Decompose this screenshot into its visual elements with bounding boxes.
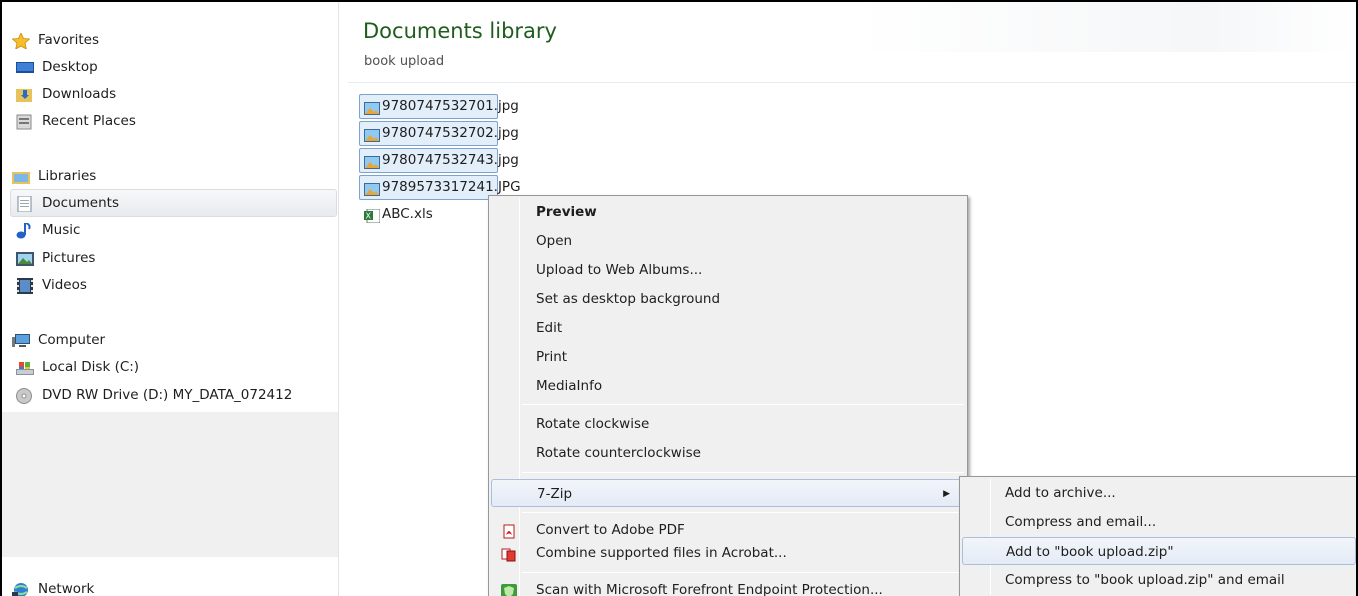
image-file-icon bbox=[364, 154, 380, 169]
documents-icon bbox=[16, 195, 34, 213]
file-item[interactable]: X ABC.xls bbox=[359, 202, 459, 227]
menu-item-mediainfo[interactable]: MediaInfo bbox=[491, 372, 965, 400]
dvd-drive-icon bbox=[16, 387, 34, 404]
adobe-pdf-icon bbox=[501, 522, 517, 539]
menu-item-open[interactable]: Open bbox=[491, 227, 965, 255]
context-menu: Preview Open Upload to Web Albums... Set… bbox=[488, 195, 968, 596]
menu-item-edit[interactable]: Edit bbox=[491, 314, 965, 342]
file-item[interactable]: 9780747532743.jpg bbox=[359, 148, 519, 173]
submenu-item-compress-to-zip-and-email[interactable]: Compress to "book upload.zip" and email bbox=[962, 566, 1356, 594]
recent-places-icon bbox=[16, 113, 34, 130]
submenu-item-compress-and-email[interactable]: Compress and email... bbox=[962, 508, 1356, 536]
menu-item-print[interactable]: Print bbox=[491, 343, 965, 371]
menu-item-rotate-counterclockwise[interactable]: Rotate counterclockwise bbox=[491, 439, 965, 467]
hard-drive-icon bbox=[16, 359, 34, 375]
image-file-icon bbox=[364, 181, 380, 196]
menu-item-preview[interactable]: Preview bbox=[491, 198, 965, 226]
libraries-icon bbox=[12, 168, 30, 184]
file-item[interactable]: 9789573317241.JPG bbox=[359, 175, 521, 200]
menu-item-combine-acrobat[interactable]: Combine supported files in Acrobat... bbox=[491, 539, 965, 567]
computer-icon bbox=[12, 332, 30, 348]
file-item[interactable]: 9780747532702.jpg bbox=[359, 121, 519, 146]
desktop-icon bbox=[16, 59, 34, 75]
excel-file-icon: X bbox=[364, 208, 381, 224]
pictures-icon bbox=[16, 250, 34, 266]
file-item[interactable]: 9780747532701.jpg bbox=[359, 94, 519, 119]
pane-divider[interactable] bbox=[338, 2, 339, 596]
music-icon bbox=[16, 222, 34, 239]
explorer-window: Favorites Desktop Downloads Recent Place… bbox=[0, 0, 1358, 596]
seven-zip-submenu: Add to archive... Compress and email... … bbox=[959, 476, 1356, 596]
forefront-shield-icon bbox=[501, 582, 517, 596]
menu-separator bbox=[522, 472, 964, 473]
library-subtitle: book upload bbox=[364, 54, 445, 69]
menu-item-upload-web-albums[interactable]: Upload to Web Albums... bbox=[491, 256, 965, 284]
menu-item-rotate-clockwise[interactable]: Rotate clockwise bbox=[491, 410, 965, 438]
acrobat-combine-icon bbox=[501, 545, 517, 562]
menu-separator bbox=[522, 572, 964, 573]
menu-item-7zip[interactable]: 7-Zip ▶ bbox=[491, 479, 965, 507]
menu-item-set-desktop-background[interactable]: Set as desktop background bbox=[491, 285, 965, 313]
menu-separator bbox=[522, 404, 964, 405]
header-divider bbox=[348, 82, 1356, 83]
menu-item-scan-forefront[interactable]: Scan with Microsoft Forefront Endpoint P… bbox=[491, 576, 965, 596]
header-gradient bbox=[852, 2, 1356, 52]
submenu-item-add-to-zip[interactable]: Add to "book upload.zip" bbox=[962, 537, 1356, 565]
image-file-icon bbox=[364, 127, 380, 142]
library-title: Documents library bbox=[363, 19, 557, 43]
menu-separator bbox=[522, 512, 964, 513]
downloads-folder-icon bbox=[16, 86, 34, 102]
submenu-item-add-to-archive[interactable]: Add to archive... bbox=[962, 479, 1356, 507]
svg-text:X: X bbox=[366, 212, 372, 221]
star-icon bbox=[11, 32, 31, 50]
navigation-pane-empty-area bbox=[2, 412, 338, 557]
network-icon bbox=[12, 581, 30, 596]
submenu-arrow-icon: ▶ bbox=[943, 489, 950, 499]
image-file-icon bbox=[364, 100, 380, 115]
videos-icon bbox=[16, 277, 34, 294]
navigation-pane: Favorites Desktop Downloads Recent Place… bbox=[2, 2, 338, 596]
